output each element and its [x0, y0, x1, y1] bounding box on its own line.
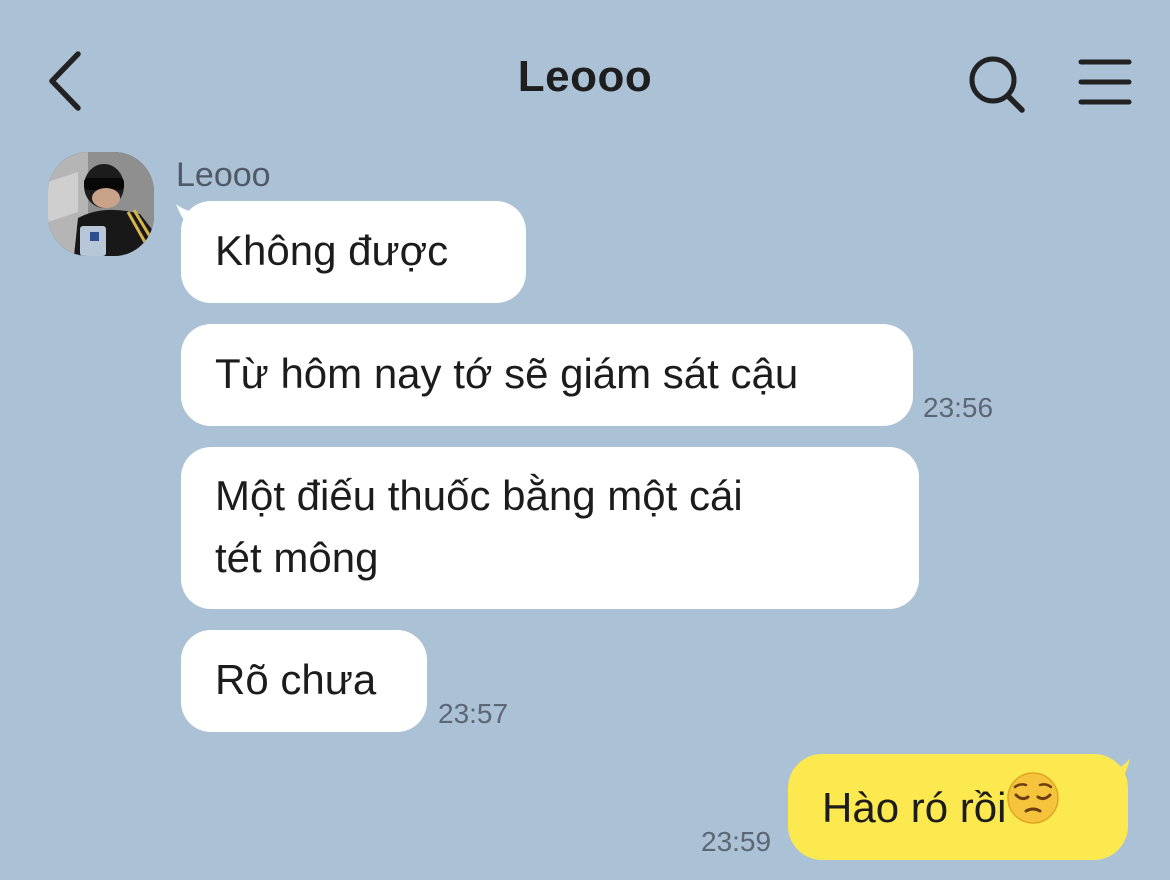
- hamburger-menu-icon: [1078, 59, 1132, 105]
- message-bubble-outgoing[interactable]: Hào ró rồi: [788, 754, 1128, 860]
- pensive-face-emoji: [1006, 771, 1060, 842]
- message-bubble-incoming[interactable]: Từ hôm nay tớ sẽ giám sát cậu: [181, 324, 913, 426]
- message-text: Từ hôm nay tớ sẽ giám sát cậu: [215, 350, 799, 397]
- menu-button[interactable]: [1076, 56, 1134, 108]
- contact-avatar-photo: [48, 152, 154, 256]
- message-text-line: Một điếu thuốc bằng một cái: [215, 472, 743, 519]
- message-text: Hào ró rồi: [822, 784, 1007, 831]
- message-text: Không được: [215, 227, 449, 274]
- message-timestamp: 23:59: [701, 826, 772, 857]
- search-button[interactable]: [966, 54, 1030, 114]
- message-bubble-incoming[interactable]: Rõ chưa: [181, 630, 427, 732]
- message-bubble-incoming[interactable]: Một điếu thuốc bằng một cái tét mông: [181, 447, 919, 609]
- message-text: Rõ chưa: [215, 656, 377, 703]
- message-bubble-incoming[interactable]: Không được: [181, 201, 526, 303]
- message-text-line: tét mông: [215, 534, 379, 581]
- chat-header: Leooo: [0, 0, 1170, 150]
- sender-name: Leooo: [176, 156, 271, 194]
- contact-avatar[interactable]: [48, 152, 154, 256]
- message-timestamp: 23:56: [923, 392, 994, 423]
- search-icon: [969, 56, 1025, 113]
- message-timestamp: 23:57: [438, 698, 509, 729]
